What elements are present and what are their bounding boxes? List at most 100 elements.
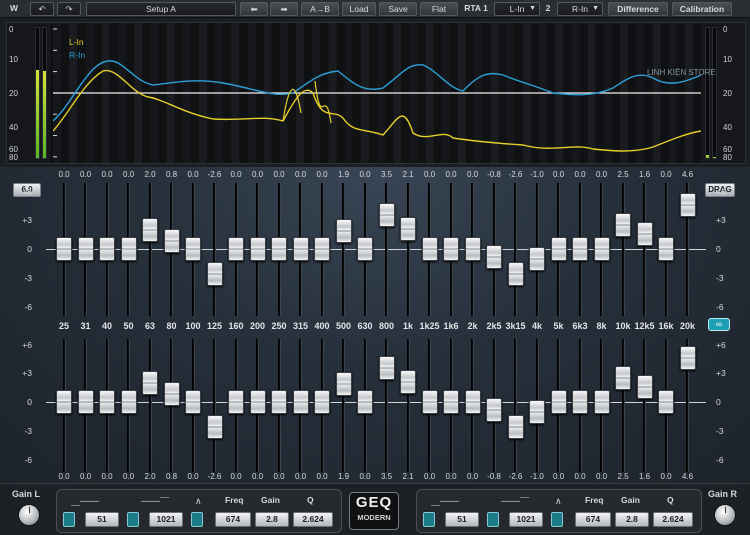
next-preset-button[interactable]: ➡: [270, 2, 298, 16]
slider-thumb-1k25[interactable]: [421, 390, 438, 414]
calibration-button[interactable]: Calibration: [672, 2, 732, 16]
slider-thumb-3k15[interactable]: [507, 261, 524, 286]
slider-thumb-10k[interactable]: [615, 366, 631, 391]
slider-thumb-40[interactable]: [99, 390, 115, 414]
rta2-source-select[interactable]: R-In ▼: [557, 2, 603, 16]
slider-thumb-1k[interactable]: [400, 216, 416, 241]
slider-thumb-25[interactable]: [56, 390, 72, 414]
slider-track[interactable]: [514, 339, 517, 472]
slider-thumb-400[interactable]: [314, 390, 330, 414]
slider-track[interactable]: [342, 183, 345, 316]
slider-track[interactable]: [621, 183, 625, 316]
slider-thumb-400[interactable]: [314, 237, 330, 261]
slider-thumb-2k[interactable]: [464, 390, 481, 414]
slider-thumb-1k25[interactable]: [421, 237, 438, 261]
slider-thumb-20k[interactable]: [679, 192, 696, 217]
low-cut-freq-field[interactable]: 51: [445, 512, 479, 527]
slider-track[interactable]: [148, 339, 152, 472]
slider-thumb-1k6[interactable]: [443, 390, 459, 414]
peak-toggle[interactable]: [551, 512, 563, 527]
slider-thumb-250[interactable]: [271, 390, 287, 414]
slider-thumb-315[interactable]: [292, 390, 309, 414]
slider-thumb-40[interactable]: [99, 237, 115, 261]
high-cut-freq-field[interactable]: 1021: [509, 512, 543, 527]
slider-thumb-16k[interactable]: [658, 390, 674, 414]
slider-thumb-800[interactable]: [378, 356, 395, 381]
slider-track[interactable]: [342, 339, 345, 472]
high-cut-toggle[interactable]: [487, 512, 499, 527]
slider-track[interactable]: [148, 183, 152, 316]
prev-preset-button[interactable]: ⬅: [240, 2, 268, 16]
undo-button[interactable]: ↶: [30, 2, 54, 16]
peak-gain-field[interactable]: 2.8: [255, 512, 289, 527]
slider-thumb-6k3[interactable]: [572, 390, 588, 414]
slider-thumb-50[interactable]: [120, 390, 137, 414]
slider-thumb-200[interactable]: [249, 390, 266, 414]
slider-track[interactable]: [514, 183, 517, 316]
slider-thumb-6k3[interactable]: [572, 237, 588, 261]
low-cut-toggle[interactable]: [63, 512, 75, 527]
slider-thumb-80[interactable]: [163, 229, 180, 254]
peak-q-field[interactable]: 2.624: [653, 512, 693, 527]
slider-thumb-16k[interactable]: [658, 237, 674, 261]
slider-thumb-200[interactable]: [249, 237, 266, 261]
slider-thumb-50[interactable]: [120, 237, 137, 261]
slider-thumb-100[interactable]: [185, 237, 201, 261]
slider-thumb-1k6[interactable]: [443, 237, 459, 261]
peak-toggle[interactable]: [191, 512, 203, 527]
redo-button[interactable]: ↷: [57, 2, 81, 16]
slider-thumb-160[interactable]: [228, 237, 244, 261]
high-cut-freq-field[interactable]: 1021: [149, 512, 183, 527]
slider-track[interactable]: [406, 339, 410, 472]
a-to-b-button[interactable]: A→B: [301, 2, 339, 16]
gain-l-knob[interactable]: [18, 504, 40, 526]
load-button[interactable]: Load: [342, 2, 376, 16]
low-cut-toggle[interactable]: [423, 512, 435, 527]
slider-thumb-2k5[interactable]: [486, 244, 502, 269]
flat-button[interactable]: Flat: [420, 2, 458, 16]
slider-track[interactable]: [213, 183, 216, 316]
slider-track[interactable]: [213, 339, 216, 472]
slider-thumb-4k[interactable]: [529, 399, 545, 424]
slider-thumb-80[interactable]: [163, 382, 180, 407]
low-cut-freq-field[interactable]: 51: [85, 512, 119, 527]
slider-thumb-630[interactable]: [357, 237, 373, 261]
slider-thumb-31[interactable]: [77, 390, 94, 414]
slider-thumb-125[interactable]: [206, 261, 223, 286]
slider-thumb-12k5[interactable]: [636, 374, 653, 399]
peak-q-field[interactable]: 2.624: [293, 512, 333, 527]
slider-track[interactable]: [406, 183, 410, 316]
slider-thumb-10k[interactable]: [615, 213, 631, 238]
gain-r-knob[interactable]: [714, 504, 736, 526]
high-cut-toggle[interactable]: [127, 512, 139, 527]
slider-thumb-2k5[interactable]: [486, 397, 502, 422]
slider-thumb-20k[interactable]: [679, 345, 696, 370]
peak-freq-field[interactable]: 674: [215, 512, 251, 527]
setup-name-field[interactable]: Setup A: [86, 2, 236, 16]
slider-thumb-250[interactable]: [271, 237, 287, 261]
save-button[interactable]: Save: [379, 2, 417, 16]
slider-thumb-3k15[interactable]: [507, 414, 524, 439]
slider-thumb-5k[interactable]: [550, 237, 567, 261]
slider-thumb-160[interactable]: [228, 390, 244, 414]
slider-track[interactable]: [643, 183, 646, 316]
slider-thumb-500[interactable]: [335, 371, 352, 396]
slider-thumb-630[interactable]: [357, 390, 373, 414]
slider-thumb-25[interactable]: [56, 237, 72, 261]
slider-thumb-8k[interactable]: [593, 237, 610, 261]
slider-thumb-63[interactable]: [142, 217, 158, 242]
link-channels-toggle[interactable]: ∞: [708, 318, 730, 331]
slider-thumb-8k[interactable]: [593, 390, 610, 414]
slider-thumb-12k5[interactable]: [636, 221, 653, 246]
peak-gain-field[interactable]: 2.8: [615, 512, 649, 527]
slider-thumb-4k[interactable]: [529, 246, 545, 271]
slider-thumb-100[interactable]: [185, 390, 201, 414]
slider-thumb-500[interactable]: [335, 218, 352, 243]
slider-track[interactable]: [621, 339, 625, 472]
peak-freq-field[interactable]: 674: [575, 512, 611, 527]
slider-thumb-315[interactable]: [292, 237, 309, 261]
slider-thumb-2k[interactable]: [464, 237, 481, 261]
slider-thumb-125[interactable]: [206, 414, 223, 439]
slider-thumb-31[interactable]: [77, 237, 94, 261]
slider-thumb-63[interactable]: [142, 370, 158, 395]
